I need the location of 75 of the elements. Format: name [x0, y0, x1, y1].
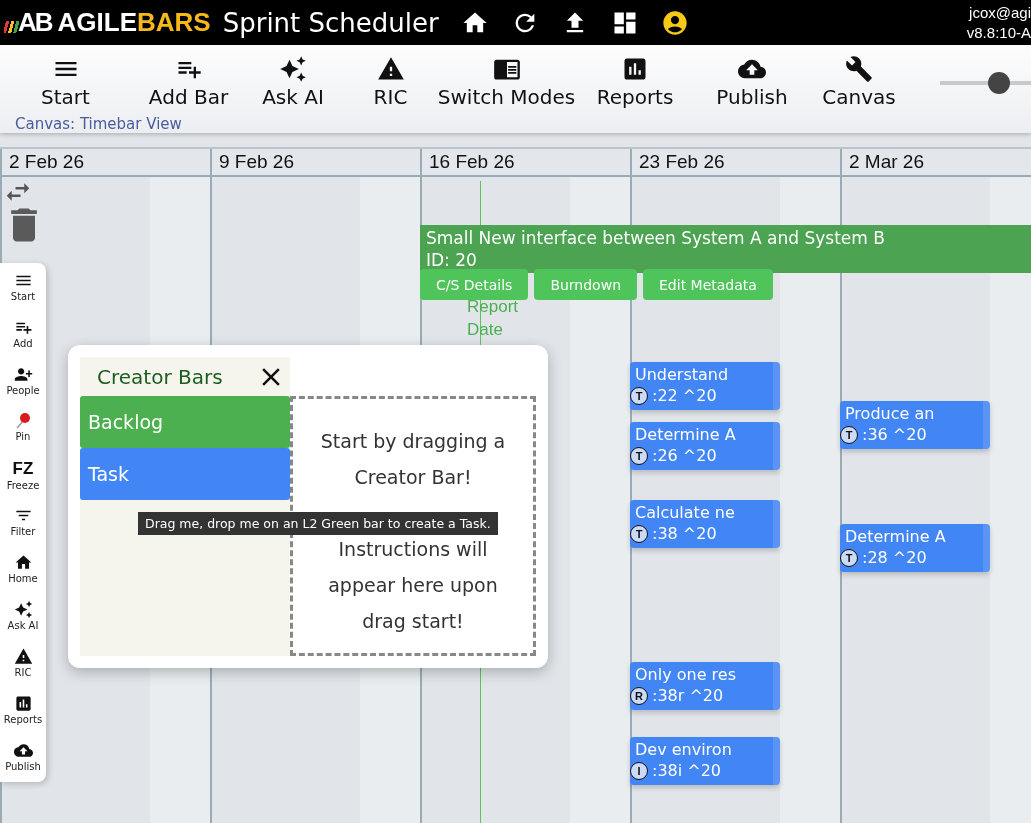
- task-card[interactable]: Determine A T :26 ^20: [630, 422, 780, 470]
- sidebar-button[interactable]: Filter: [0, 506, 46, 553]
- task-type-badge: R: [630, 686, 648, 705]
- task-type-badge: T: [630, 524, 648, 543]
- task-card[interactable]: Dev environ I :38i ^20: [630, 737, 780, 785]
- cloud-upload-icon: [13, 741, 33, 760]
- wrench-icon: [845, 55, 873, 83]
- task-card[interactable]: Determine A T :28 ^20: [840, 524, 990, 572]
- task-title: Determine A: [845, 526, 947, 547]
- week-label: 23 Feb 26: [630, 149, 840, 175]
- task-card[interactable]: Only one res R :38r ^20: [630, 662, 780, 710]
- task-title: Understand: [635, 364, 730, 385]
- warning-icon: [376, 55, 405, 83]
- task-code: :36 ^20: [862, 424, 927, 445]
- sidebar-button[interactable]: People: [0, 365, 46, 412]
- slider-thumb[interactable]: [987, 72, 1010, 94]
- task-title: Determine A: [635, 424, 737, 445]
- sidebar-button[interactable]: RIC: [0, 647, 46, 694]
- sidebar-button[interactable]: Pin: [0, 412, 46, 459]
- toolbar-button[interactable]: Publish: [698, 55, 806, 109]
- dialog-title: Creator Bars: [97, 364, 223, 389]
- tooltip: Drag me, drop me on an L2 Green bar to create a Task.: [138, 512, 498, 535]
- task-card[interactable]: Understand T :22 ^20: [630, 362, 780, 410]
- freeze-glyph: FZ: [12, 459, 34, 479]
- sidebar-button[interactable]: Start: [0, 271, 46, 318]
- task-type-badge: T: [630, 446, 648, 465]
- bar-chart-icon: [13, 694, 33, 713]
- toolbar-button[interactable]: Start: [0, 55, 131, 109]
- add-person-icon: [13, 365, 33, 384]
- drop-zone-hint: Instructions will appear here upon drag start!: [327, 537, 499, 634]
- toolbar-button[interactable]: Switch Modes: [441, 55, 572, 109]
- task-code: :28 ^20: [862, 547, 927, 568]
- sparkles-icon: [279, 55, 307, 83]
- task-title: Produce an: [845, 403, 936, 424]
- task-title: Dev environ: [635, 739, 733, 760]
- user-name: jcox@agi: [969, 2, 1031, 23]
- task-card[interactable]: Produce an T :36 ^20: [840, 401, 990, 449]
- app-title: Sprint Scheduler: [222, 7, 439, 38]
- sidebar-button[interactable]: Publish: [0, 741, 46, 788]
- task-type-badge: T: [840, 425, 858, 444]
- task-type-badge: T: [840, 548, 858, 567]
- task-title: Only one res: [635, 664, 737, 685]
- canvas-mode-label: Canvas: Timebar View: [15, 115, 182, 133]
- task-type-badge: I: [630, 761, 648, 780]
- week-label: 2 Feb 26: [0, 149, 210, 175]
- epic-id: ID: 20: [426, 249, 478, 271]
- task-code: :22 ^20: [652, 385, 717, 406]
- pushpin-icon: [15, 412, 31, 430]
- sidebar-button[interactable]: FZ Freeze: [0, 459, 46, 506]
- toolbar-button[interactable]: Add Bar: [131, 55, 246, 109]
- task-code: :26 ^20: [652, 445, 717, 466]
- drop-zone-heading: Start by dragging a Creator Bar!: [319, 429, 507, 490]
- toolbar-button[interactable]: Ask AI: [246, 55, 340, 109]
- task-code: :38 ^20: [652, 523, 717, 544]
- version-label: v8.8:10-A: [966, 22, 1031, 43]
- account-icon[interactable]: [660, 8, 689, 37]
- task-type-badge: T: [630, 386, 648, 405]
- home-icon: [13, 553, 33, 572]
- sidebar-button[interactable]: Ask AI: [0, 600, 46, 647]
- task-card[interactable]: Calculate ne T :38 ^20: [630, 500, 780, 548]
- toolbar-button[interactable]: Canvas: [806, 55, 912, 109]
- creator-bar[interactable]: Task: [80, 448, 290, 500]
- task-title: Calculate ne: [635, 502, 736, 523]
- sparkles-icon: [13, 600, 33, 619]
- sidebar-button[interactable]: Home: [0, 553, 46, 600]
- week-label: 2 Mar 26: [840, 149, 1031, 175]
- week-label: 9 Feb 26: [210, 149, 420, 175]
- brand-name: AGILEBARS: [57, 7, 211, 38]
- warning-icon: [13, 647, 33, 666]
- week-label: 16 Feb 26: [420, 149, 630, 175]
- task-code: :38r ^20: [652, 685, 724, 706]
- epic-title: Small New interface between System A and System B: [426, 227, 886, 249]
- task-code: :38i ^20: [652, 760, 722, 781]
- sidebar-button[interactable]: Add: [0, 318, 46, 365]
- sidebar-button[interactable]: Reports: [0, 694, 46, 741]
